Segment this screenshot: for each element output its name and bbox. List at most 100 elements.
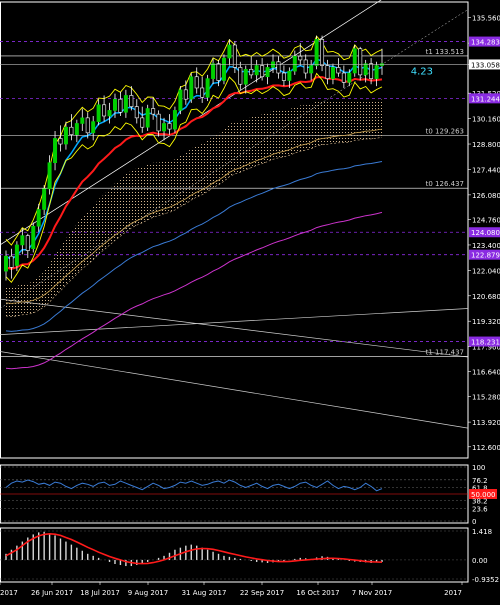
- candle-body: [352, 48, 357, 74]
- y-tick-label: 115.280: [472, 394, 500, 402]
- candle-body: [265, 67, 270, 78]
- level-label-4: t0 126.437: [426, 180, 464, 188]
- macd-tick-label: 1.418: [472, 528, 492, 536]
- candle-body: [112, 98, 117, 111]
- y-tick-label: 128.800: [472, 141, 500, 149]
- candle-body: [96, 104, 101, 122]
- x-tick-label: 16 Oct 2017: [296, 589, 339, 597]
- chart-svg: t1 133.513 t0 129.263 t0 126.437 t1 117.437…: [0, 0, 500, 597]
- candle-body: [53, 138, 58, 164]
- price-annotation: 4.23: [411, 66, 433, 77]
- candle-body: [309, 65, 314, 74]
- candle-body: [254, 65, 259, 76]
- y-tick-label: 112.600: [472, 444, 500, 452]
- candle-body: [314, 39, 319, 66]
- y-tick-label: 119.320: [472, 318, 500, 326]
- candle-body: [162, 123, 167, 132]
- candle-body: [369, 63, 374, 79]
- candle-body: [298, 55, 303, 61]
- y-tick-label: 120.680: [472, 293, 500, 301]
- candle-body: [287, 70, 292, 81]
- x-tick-label: 22 Sep 2017: [240, 589, 284, 597]
- trend-line-b: [0, 298, 469, 358]
- y-tick-label: 123.400: [472, 242, 500, 250]
- rsi-line: [5, 479, 383, 492]
- candle-body: [238, 67, 243, 85]
- candle-body: [80, 117, 85, 124]
- candle-body: [341, 72, 346, 83]
- level-label-1: t1 133.513: [426, 48, 464, 56]
- candle-body: [232, 44, 237, 68]
- candle-body: [221, 57, 226, 81]
- candle-body: [194, 76, 199, 89]
- y-tick-label: 126.080: [472, 192, 500, 200]
- y-tick-label: 124.760: [472, 217, 500, 225]
- candle-body: [336, 67, 341, 74]
- price-tag-label: 131.244: [471, 95, 500, 103]
- rsi-tick-label: 38.2: [472, 497, 488, 505]
- ma-magenta-line: [5, 211, 383, 370]
- candle-body: [14, 244, 19, 266]
- candle-body: [118, 98, 123, 113]
- macd-signal-line: [5, 532, 383, 565]
- y-tick-label: 122.040: [472, 267, 500, 275]
- price-tag-label: 134.283: [471, 39, 500, 47]
- candle-body: [205, 78, 210, 98]
- candle-body: [134, 106, 139, 119]
- candle-body: [91, 121, 96, 134]
- candle-body: [9, 255, 14, 268]
- candle-body: [216, 63, 221, 81]
- trend-line-a: [0, 308, 469, 336]
- macd-tick-label: -0.9352: [472, 576, 499, 584]
- candle-body: [172, 110, 177, 130]
- candle-body: [330, 67, 335, 79]
- x-tick-label: 26 Jun 2017: [31, 589, 73, 597]
- candle-body: [227, 44, 232, 59]
- candle-body: [178, 89, 183, 111]
- candle-body: [151, 108, 156, 115]
- rsi-tick-label: 0: [472, 518, 476, 526]
- x-tick-label: 9 Aug 2017: [128, 589, 168, 597]
- candle-body: [69, 126, 74, 135]
- candle-body: [145, 108, 150, 128]
- x-tick-label: 7 Nov 2017: [352, 589, 392, 597]
- price-tag-label: 122.879: [471, 252, 500, 260]
- candle-body: [63, 126, 68, 145]
- candle-body: [276, 61, 281, 74]
- x-tick-label: 2017: [444, 589, 462, 597]
- candle-body: [42, 188, 47, 210]
- candle-body: [140, 117, 145, 128]
- candle-body: [374, 65, 379, 79]
- candle-body: [20, 235, 25, 246]
- candle-body: [243, 68, 248, 85]
- candle-body: [358, 48, 363, 76]
- y-tick-label: 113.920: [472, 419, 500, 427]
- x-tick-label: 31 Aug 2017: [182, 589, 227, 597]
- trend-line-c: [0, 351, 469, 429]
- candle-body: [25, 235, 30, 251]
- candle-body: [47, 162, 52, 190]
- candle-body: [36, 209, 41, 227]
- candle-body: [4, 255, 8, 272]
- candle-body: [260, 65, 265, 78]
- level-label-8: t1 117.437: [426, 348, 464, 356]
- candle-body: [31, 225, 36, 249]
- candle-body: [211, 63, 216, 79]
- candle-body: [183, 89, 188, 100]
- candle-body: [363, 63, 368, 76]
- candle-body: [102, 104, 107, 117]
- y-tick-label: 130.160: [472, 116, 500, 124]
- candle-body: [129, 95, 134, 107]
- candle-body: [281, 72, 286, 81]
- x-tick-label: 2017: [0, 589, 18, 597]
- macd-tick-label: 0.00: [472, 557, 488, 565]
- current-price-tag: 133.058: [471, 61, 500, 69]
- candle-body: [292, 55, 297, 72]
- y-tick-label: 116.640: [472, 368, 500, 376]
- candle-body: [156, 113, 161, 132]
- rsi-tick-label: 100: [472, 464, 485, 472]
- candle-body: [167, 123, 172, 130]
- price-tag-label: 124.080: [471, 229, 500, 237]
- candle-body: [189, 76, 194, 100]
- candle-body: [303, 59, 308, 74]
